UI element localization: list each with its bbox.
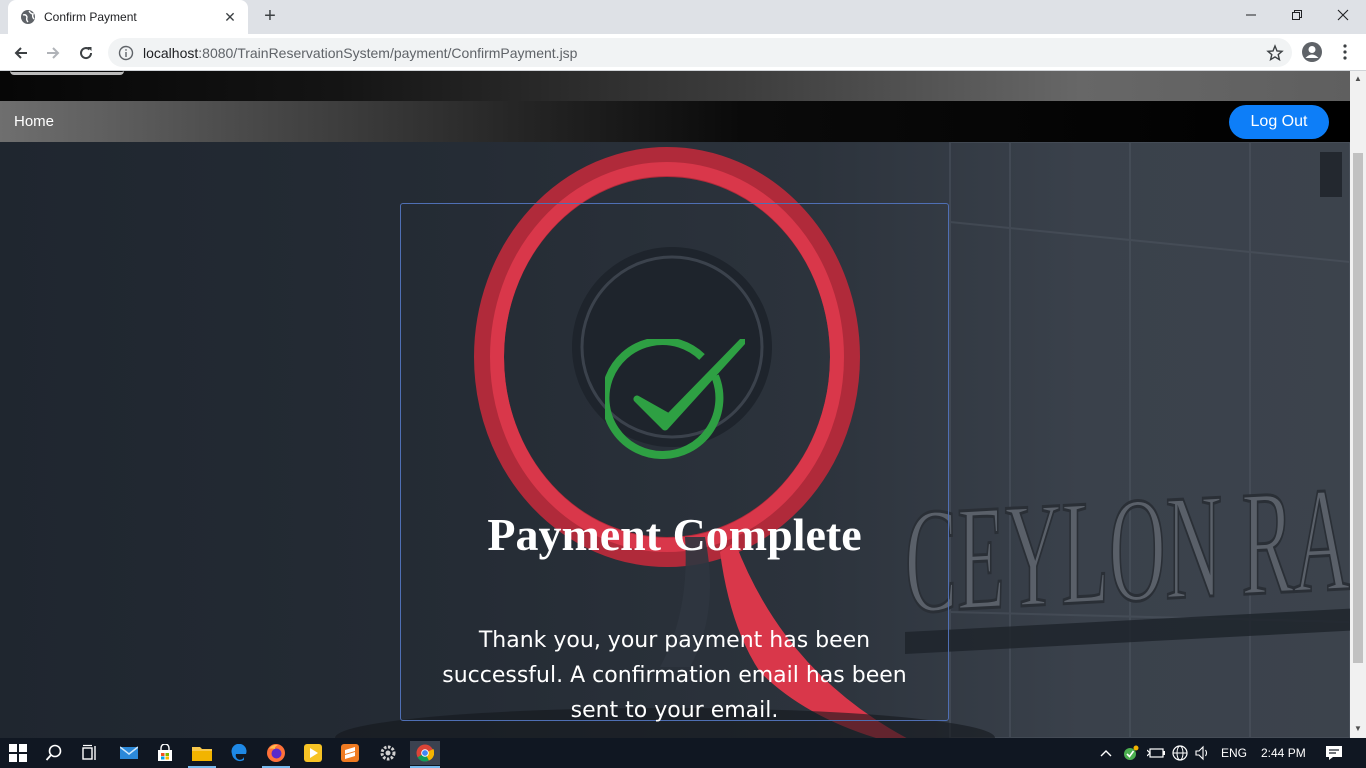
- sublime-icon[interactable]: [338, 741, 362, 765]
- star-icon[interactable]: [1266, 44, 1284, 62]
- info-icon[interactable]: [118, 45, 134, 61]
- battery-icon[interactable]: [1145, 741, 1167, 765]
- store-icon[interactable]: [153, 741, 177, 765]
- task-view-icon[interactable]: [78, 741, 102, 765]
- browser-toolbar: localhost:8080/TrainReservationSystem/pa…: [0, 34, 1366, 71]
- edge-icon[interactable]: [227, 741, 251, 765]
- minimize-icon[interactable]: [1228, 0, 1274, 30]
- url-host: localhost: [143, 44, 199, 61]
- scroll-down-icon[interactable]: ▼: [1354, 725, 1362, 733]
- nav-bar: Home Log Out: [0, 101, 1350, 142]
- notification-icon[interactable]: [1322, 741, 1346, 765]
- search-icon[interactable]: [42, 741, 66, 765]
- restore-icon[interactable]: [1274, 0, 1320, 30]
- tab-close-icon[interactable]: ✕: [222, 9, 238, 26]
- browser-tab[interactable]: Confirm Payment ✕: [8, 0, 248, 34]
- mail-icon[interactable]: [117, 741, 141, 765]
- volume-icon[interactable]: [1192, 741, 1214, 765]
- chevron-up-icon[interactable]: [1096, 741, 1116, 765]
- browser-tab-strip: Confirm Payment ✕ +: [0, 0, 1366, 34]
- site-header: [0, 71, 1350, 101]
- back-icon[interactable]: [8, 40, 34, 66]
- close-icon[interactable]: [1320, 0, 1366, 30]
- menu-icon[interactable]: [1336, 40, 1354, 64]
- payment-title: Payment Complete: [487, 509, 862, 560]
- scrollbar-thumb[interactable]: [1353, 153, 1363, 663]
- page-scrollbar[interactable]: ▲ ▼: [1350, 71, 1366, 738]
- profile-icon[interactable]: [1300, 40, 1324, 64]
- settings-icon[interactable]: [376, 741, 400, 765]
- logout-button[interactable]: Log Out: [1229, 105, 1329, 139]
- language-indicator[interactable]: ENG: [1221, 746, 1247, 760]
- windows-taskbar: ENG 2:44 PM: [0, 738, 1366, 768]
- globe-icon: [20, 9, 36, 25]
- new-tab-button[interactable]: +: [258, 4, 282, 28]
- reload-icon[interactable]: [73, 40, 99, 66]
- windows-start-icon[interactable]: [6, 741, 30, 765]
- network-icon[interactable]: [1169, 741, 1191, 765]
- forward-icon[interactable]: [40, 40, 66, 66]
- shield-check-icon[interactable]: [1121, 741, 1141, 765]
- media-player-icon[interactable]: [301, 741, 325, 765]
- file-explorer-icon[interactable]: [190, 741, 214, 765]
- nav-home-link[interactable]: Home: [14, 113, 54, 130]
- chrome-icon[interactable]: [410, 741, 440, 765]
- scroll-up-icon[interactable]: ▲: [1354, 75, 1362, 83]
- firefox-icon[interactable]: [264, 741, 288, 765]
- payment-message: Thank you, your payment has been success…: [442, 628, 907, 723]
- address-bar[interactable]: localhost:8080/TrainReservationSystem/pa…: [108, 38, 1292, 67]
- tab-title: Confirm Payment: [44, 10, 137, 24]
- clock[interactable]: 2:44 PM: [1261, 746, 1306, 760]
- site-logo: [10, 71, 124, 75]
- sign-text: CEYLON RA: [905, 456, 1350, 645]
- check-circle-icon: [601, 337, 747, 460]
- url-path: :8080/TrainReservationSystem/payment/Con…: [198, 44, 578, 61]
- page-viewport: Home Log Out CEYLON Payment Complete Tha…: [0, 71, 1350, 738]
